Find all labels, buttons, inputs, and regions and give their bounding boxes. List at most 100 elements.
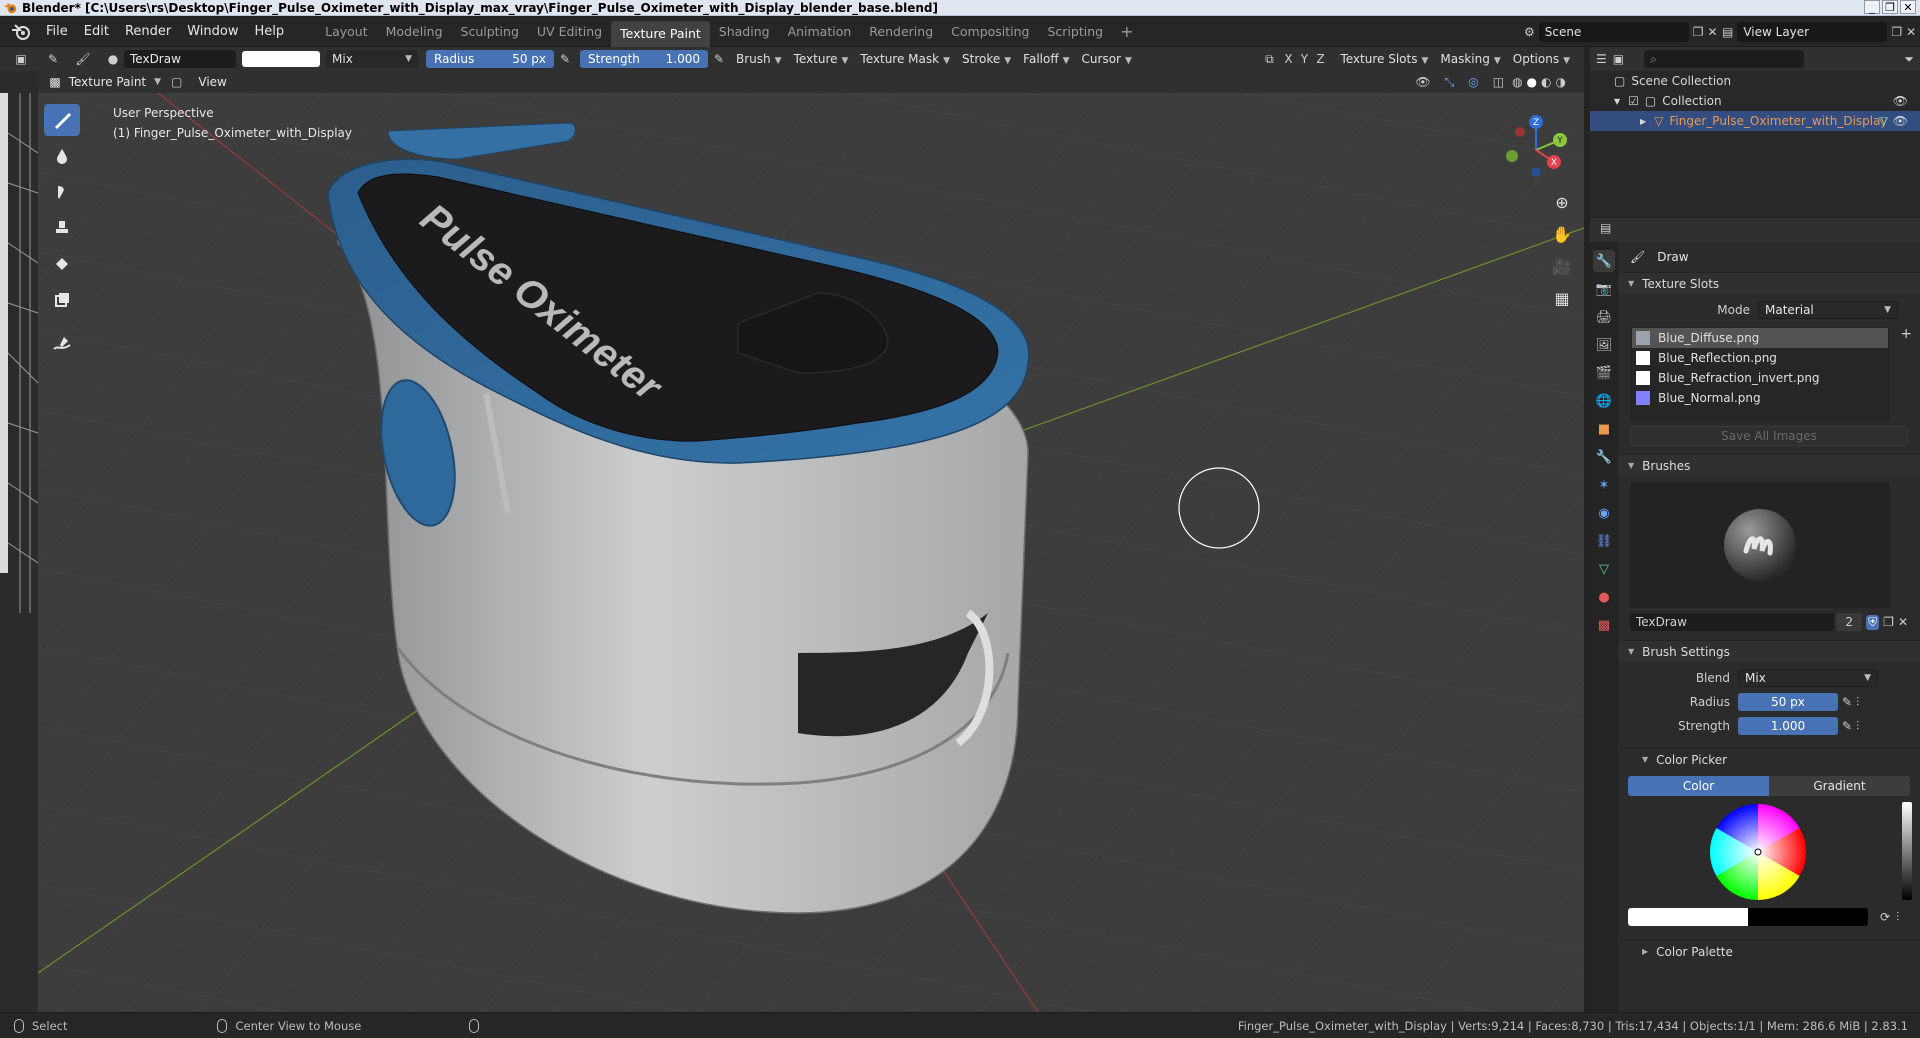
- brush-color-swatch[interactable]: [242, 51, 320, 67]
- menu-window[interactable]: Window: [179, 24, 246, 39]
- render-tab-icon[interactable]: 📷: [1593, 278, 1615, 300]
- smear-tool[interactable]: [44, 176, 80, 208]
- material-tab-icon[interactable]: ●: [1593, 586, 1615, 608]
- outliner-collection[interactable]: ▼ ☑ ▢ Collection 👁: [1590, 91, 1920, 111]
- brush-name-field[interactable]: TexDraw: [124, 50, 236, 68]
- save-all-images-button[interactable]: Save All Images: [1630, 426, 1908, 446]
- close-button[interactable]: ✕: [1900, 0, 1916, 14]
- texture-slots-menu[interactable]: Texture Slots ▼: [1334, 52, 1434, 66]
- brushes-section[interactable]: ▼ Brushes: [1618, 454, 1920, 476]
- annotate-tool[interactable]: [44, 328, 80, 360]
- fill-tool[interactable]: [44, 248, 80, 280]
- visibility-icon[interactable]: 👁: [1415, 75, 1430, 89]
- strength-pressure-icon[interactable]: ✎: [1842, 719, 1852, 733]
- texture-slots-section[interactable]: ▼ Texture Slots: [1618, 272, 1920, 294]
- mirror-icon[interactable]: ⧉: [1258, 49, 1280, 69]
- eye-icon[interactable]: 👁: [1893, 94, 1908, 108]
- color-wheel[interactable]: [1708, 802, 1808, 902]
- solid-shading-icon[interactable]: ●: [1527, 75, 1537, 89]
- overlay-toggle-icon[interactable]: ◎: [1468, 75, 1478, 89]
- delete-view-layer-icon[interactable]: ✕: [1906, 25, 1916, 39]
- mask-tool[interactable]: [44, 284, 80, 316]
- eye-icon[interactable]: 👁: [1893, 114, 1908, 128]
- blender-menu-icon[interactable]: [10, 21, 32, 43]
- value-slider[interactable]: [1902, 802, 1912, 900]
- tool-tab-icon[interactable]: 🔧: [1593, 250, 1615, 272]
- texture-slot-item[interactable]: Blue_Refraction_invert.png: [1632, 368, 1888, 388]
- 3d-viewport[interactable]: Pulse Oximeter: [38, 93, 1584, 1012]
- brush-browse-icon[interactable]: ●: [102, 49, 124, 69]
- brush-preview[interactable]: [1630, 482, 1890, 608]
- texture-slot-item[interactable]: Blue_Normal.png: [1632, 388, 1888, 408]
- tab-compositing[interactable]: Compositing: [942, 17, 1038, 47]
- stroke-menu[interactable]: Stroke ▼: [956, 52, 1017, 66]
- menu-render[interactable]: Render: [117, 24, 179, 39]
- gizmo-neg-y-axis[interactable]: [1506, 150, 1518, 162]
- data-tab-icon[interactable]: ▽: [1593, 558, 1615, 580]
- texture-menu[interactable]: Texture ▼: [788, 52, 855, 66]
- tab-layout[interactable]: Layout: [316, 17, 377, 47]
- object-tab-icon[interactable]: ■: [1593, 418, 1615, 440]
- unified-color-icon[interactable]: ⫶: [1896, 910, 1899, 925]
- tab-rendering[interactable]: Rendering: [860, 17, 942, 47]
- expand-icon[interactable]: ▶: [1640, 117, 1646, 126]
- minimize-button[interactable]: _: [1864, 0, 1880, 14]
- constraints-tab-icon[interactable]: ⛓: [1593, 530, 1615, 552]
- tab-color[interactable]: Color: [1628, 776, 1769, 796]
- axis-z-toggle[interactable]: Z: [1312, 49, 1328, 69]
- zoom-icon[interactable]: ⊕: [1550, 190, 1574, 214]
- radius-pressure-icon[interactable]: ✎: [1842, 695, 1852, 709]
- new-scene-icon[interactable]: ❐: [1693, 25, 1704, 39]
- mask-toggle-icon[interactable]: ▢: [171, 75, 182, 89]
- tab-gradient[interactable]: Gradient: [1769, 776, 1910, 796]
- material-shading-icon[interactable]: ◐: [1541, 75, 1551, 89]
- view-layer-tab-icon[interactable]: 🖼: [1593, 334, 1615, 356]
- radius-field[interactable]: 50 px: [1738, 693, 1838, 711]
- masking-menu[interactable]: Masking ▼: [1434, 52, 1506, 66]
- tab-sculpting[interactable]: Sculpting: [452, 17, 528, 47]
- draw-tool[interactable]: [44, 104, 80, 136]
- scene-tab-icon[interactable]: 🎬: [1593, 362, 1615, 384]
- ortho-grid-icon[interactable]: ▦: [1550, 286, 1574, 310]
- add-workspace-button[interactable]: +: [1112, 17, 1141, 47]
- properties-editor-icon[interactable]: ▤: [1600, 221, 1611, 235]
- soften-tool[interactable]: [44, 140, 80, 172]
- axis-x-toggle[interactable]: X: [1280, 49, 1296, 69]
- primary-color-swatch[interactable]: [1628, 908, 1748, 926]
- cursor-menu[interactable]: Cursor ▼: [1076, 52, 1138, 66]
- blend-dropdown[interactable]: Mix ▼: [1738, 669, 1878, 687]
- color-palette-section[interactable]: ▶ Color Palette: [1618, 940, 1920, 962]
- expand-icon[interactable]: ▼: [1614, 97, 1620, 106]
- axis-y-toggle[interactable]: Y: [1296, 49, 1312, 69]
- maximize-button[interactable]: ❐: [1882, 0, 1898, 14]
- radius-pressure-icon[interactable]: ✎: [554, 49, 576, 69]
- add-slot-icon[interactable]: +: [1900, 326, 1912, 342]
- filter-icon[interactable]: ⏷: [1904, 52, 1914, 67]
- brush-menu[interactable]: Brush ▼: [730, 52, 788, 66]
- gizmo-toggle-icon[interactable]: ⤡: [1445, 75, 1455, 90]
- radius-slider[interactable]: Radius 50 px: [426, 50, 554, 68]
- new-view-layer-icon[interactable]: ❐: [1891, 25, 1902, 39]
- delete-scene-icon[interactable]: ✕: [1708, 25, 1718, 39]
- mode-dropdown[interactable]: Material ▼: [1758, 301, 1898, 319]
- tab-animation[interactable]: Animation: [779, 17, 861, 47]
- swap-colors-icon[interactable]: ⟳: [1880, 910, 1890, 924]
- brush-settings-section[interactable]: ▼ Brush Settings: [1618, 640, 1920, 662]
- checkbox-icon[interactable]: ☑: [1628, 94, 1639, 108]
- menu-file[interactable]: File: [38, 24, 76, 39]
- tab-texture-paint[interactable]: Texture Paint: [611, 20, 710, 47]
- texture-mask-menu[interactable]: Texture Mask ▼: [854, 52, 956, 66]
- world-tab-icon[interactable]: 🌐: [1593, 390, 1615, 412]
- brush-name-field[interactable]: TexDraw: [1630, 613, 1835, 631]
- options-menu[interactable]: Options ▼: [1507, 52, 1576, 66]
- display-mode-icon[interactable]: ▣: [1613, 52, 1624, 66]
- duplicate-brush-icon[interactable]: ❐: [1883, 615, 1894, 629]
- camera-icon[interactable]: 🎥: [1550, 254, 1574, 278]
- view-menu[interactable]: View: [198, 75, 226, 89]
- tab-modeling[interactable]: Modeling: [377, 17, 452, 47]
- scene-field[interactable]: Scene: [1538, 22, 1689, 42]
- tab-shading[interactable]: Shading: [710, 17, 779, 47]
- modifier-tab-icon[interactable]: 🔧: [1593, 446, 1615, 468]
- blend-mode-dropdown[interactable]: Mix ▼: [326, 50, 418, 68]
- fake-user-shield-icon[interactable]: ⛨: [1866, 614, 1880, 630]
